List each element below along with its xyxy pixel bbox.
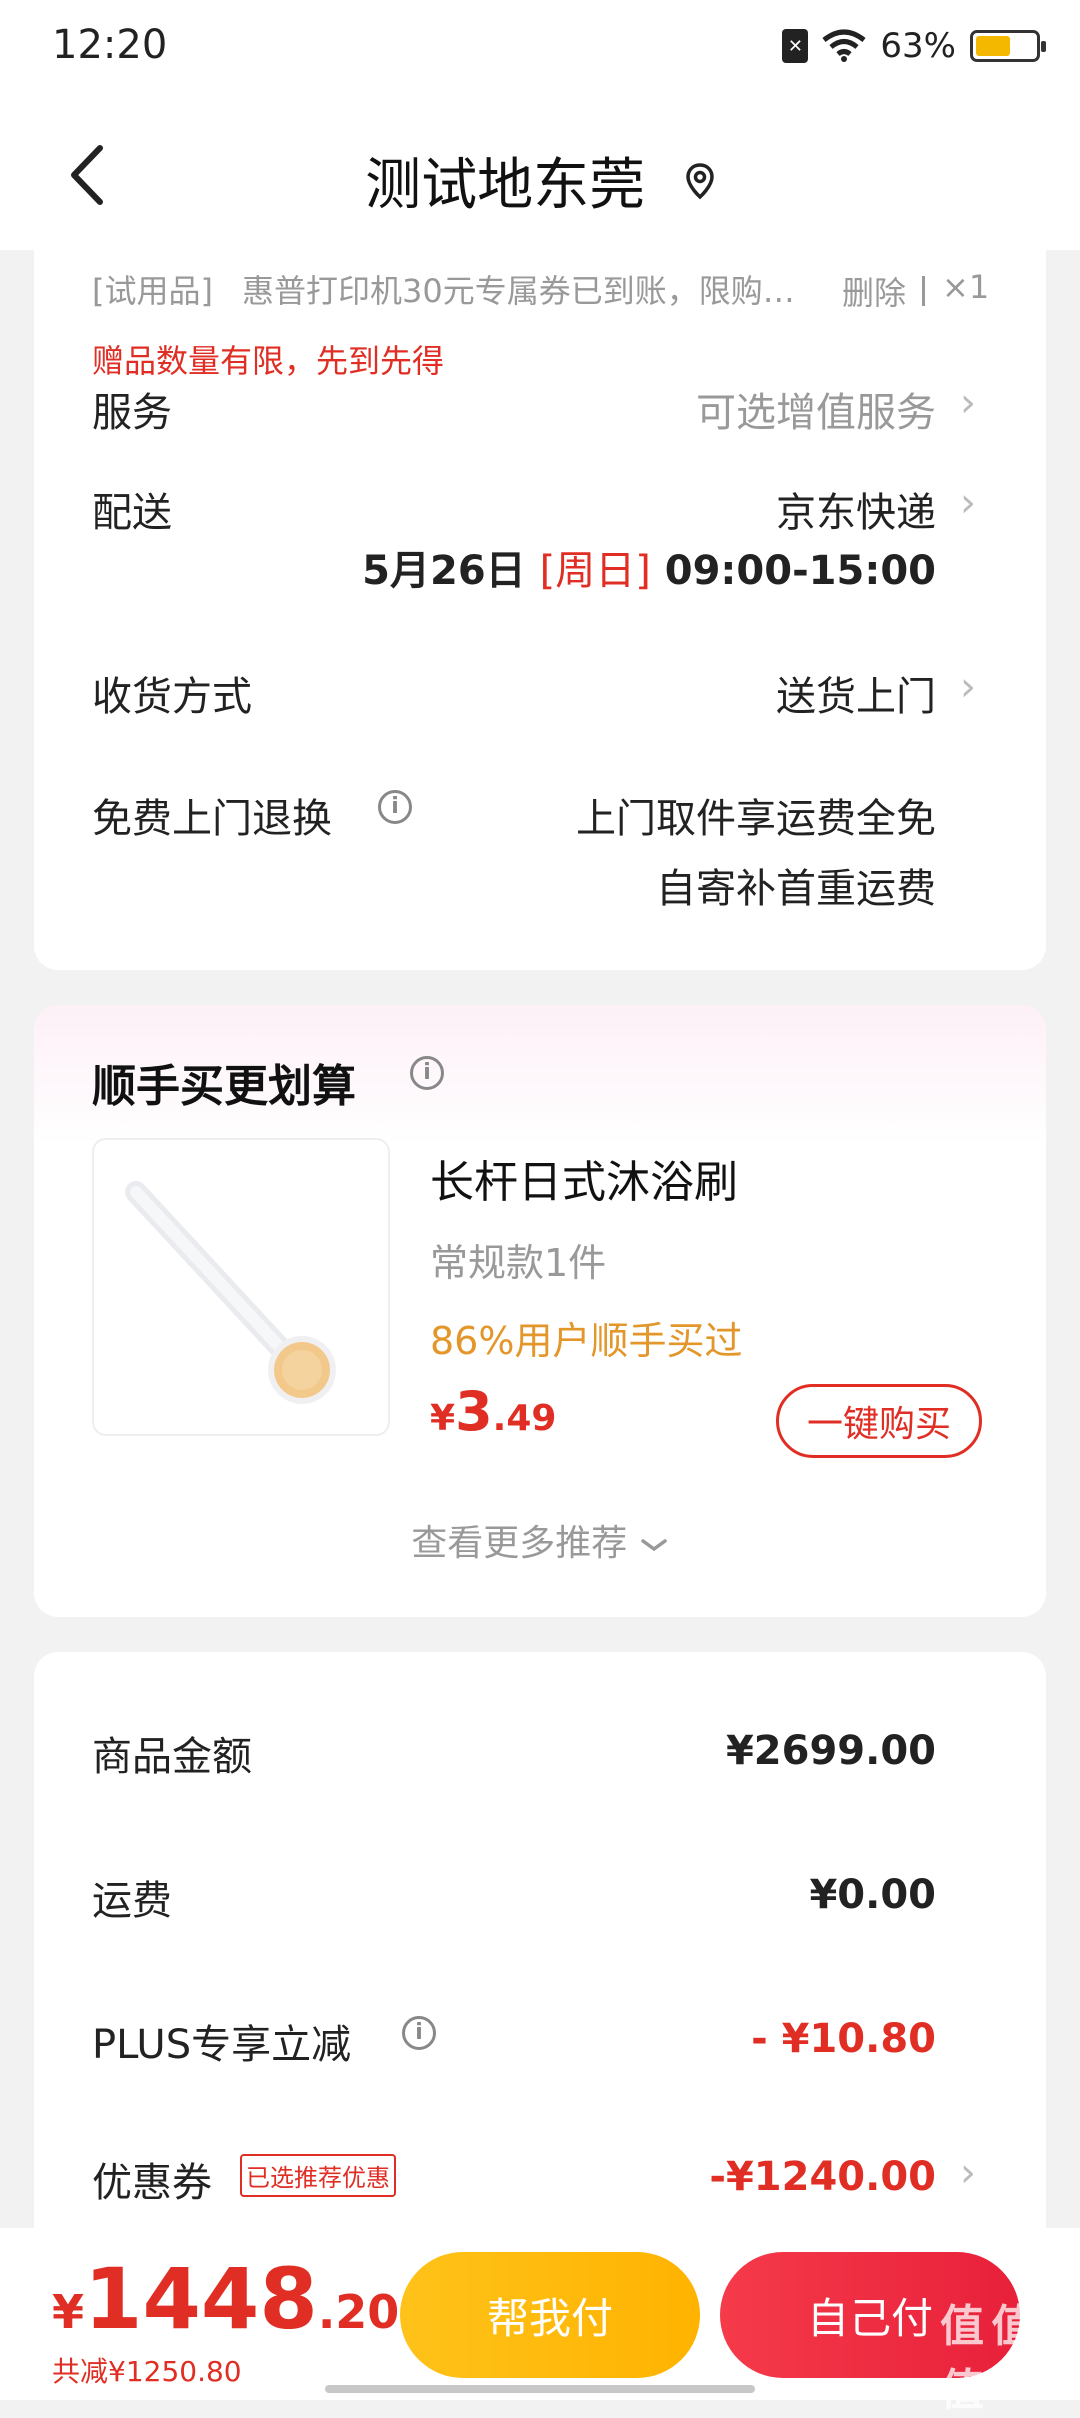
status-time: 12:20 xyxy=(52,22,168,68)
total-price: ¥1448.20 xyxy=(52,2250,399,2348)
bath-brush-image xyxy=(125,1181,336,1404)
plus-discount-label: PLUS专享立减 xyxy=(92,2022,352,2068)
battery-percent: 63% xyxy=(880,26,956,66)
plus-discount-value: - ¥10.80 xyxy=(751,2016,936,2062)
service-label: 服务 xyxy=(92,390,172,436)
page-title-text: 测试地东莞 xyxy=(365,153,646,218)
product-price: ¥3.49 xyxy=(430,1380,556,1443)
info-icon[interactable]: i xyxy=(378,790,412,824)
coupon-badge: 已选推荐优惠 xyxy=(240,2154,396,2197)
product-name[interactable]: 长杆日式沐浴刷 xyxy=(430,1146,738,1210)
total-price-decimal: .20 xyxy=(317,2285,400,2339)
battery-level xyxy=(976,36,1011,56)
chevron-right-icon[interactable]: › xyxy=(960,664,976,710)
addon-title: 顺手买更划算 xyxy=(92,1061,356,1112)
returns-line1: 上门取件享运费全免 xyxy=(576,796,936,842)
info-icon[interactable]: i xyxy=(402,2016,436,2050)
more-recommendations-link[interactable]: 查看更多推荐 xyxy=(0,1514,1080,1566)
delivery-slot[interactable]: 5月26日 [周日] 09:00-15:00 xyxy=(362,538,936,596)
price-int: 3 xyxy=(455,1380,493,1443)
home-indicator[interactable] xyxy=(325,2385,755,2393)
coupon-label: 优惠券 xyxy=(92,2160,212,2206)
returns-line2: 自寄补首重运费 xyxy=(656,866,936,912)
shipping-label: 运费 xyxy=(92,1878,172,1924)
price-symbol: ¥ xyxy=(430,1398,456,1439)
info-icon[interactable]: i xyxy=(410,1056,444,1090)
divider xyxy=(922,276,925,306)
more-recommendations-label: 查看更多推荐 xyxy=(411,1523,628,1564)
receive-value[interactable]: 送货上门 xyxy=(776,664,936,722)
goods-amount-value: ¥2699.00 xyxy=(725,1728,936,1774)
one-click-buy-button[interactable]: 一键购买 xyxy=(776,1384,982,1458)
gift-text: 惠普打印机30元专属券已到账，限购… xyxy=(242,272,795,310)
shipping-value: ¥0.00 xyxy=(809,1872,936,1918)
gift-qty: ×1 xyxy=(942,268,990,306)
delivery-value[interactable]: 京东快递 xyxy=(776,480,936,538)
receive-label: 收货方式 xyxy=(92,674,252,720)
location-pin-icon xyxy=(686,162,714,199)
product-spec: 常规款1件 xyxy=(430,1241,607,1285)
total-price-int: 1448 xyxy=(84,2250,318,2348)
total-saved: 共减¥1250.80 xyxy=(52,2355,242,2388)
price-decimal: .49 xyxy=(492,1398,557,1439)
gift-tag: [试用品] xyxy=(92,272,213,310)
service-value[interactable]: 可选增值服务 xyxy=(696,380,936,438)
chevron-right-icon[interactable]: › xyxy=(960,380,976,426)
returns-label: 免费上门退换 xyxy=(92,796,332,842)
total-price-symbol: ¥ xyxy=(52,2285,85,2339)
page-title[interactable]: 测试地东莞 xyxy=(0,140,1080,221)
coupon-value[interactable]: -¥1240.00 xyxy=(709,2154,936,2200)
battery-icon xyxy=(970,30,1046,62)
product-image[interactable] xyxy=(92,1138,390,1436)
status-bar: 12:20 ✕ 63% xyxy=(0,0,1080,100)
delivery-label: 配送 xyxy=(92,490,172,536)
delivery-date: 5月26日 xyxy=(362,548,526,594)
sim-card-icon: ✕ xyxy=(782,29,809,63)
social-proof: 86%用户顺手买过 xyxy=(430,1319,743,1363)
chevron-right-icon[interactable]: › xyxy=(960,2150,976,2196)
chevron-right-icon[interactable]: › xyxy=(960,480,976,526)
delivery-weekday: [周日] xyxy=(539,548,651,594)
status-icons: ✕ 63% xyxy=(782,26,1046,66)
wifi-icon xyxy=(822,29,866,62)
chevron-down-icon xyxy=(640,1539,667,1552)
delivery-time: 09:00-15:00 xyxy=(664,548,936,594)
watermark-logo: 值 值 值 xyxy=(940,2301,1035,2416)
goods-amount-label: 商品金额 xyxy=(92,1734,252,1780)
gift-notice: 赠品数量有限，先到先得 xyxy=(92,342,445,380)
friend-pay-button[interactable]: 帮我付 xyxy=(400,2252,700,2378)
gift-delete-button[interactable]: 删除 xyxy=(842,268,906,314)
